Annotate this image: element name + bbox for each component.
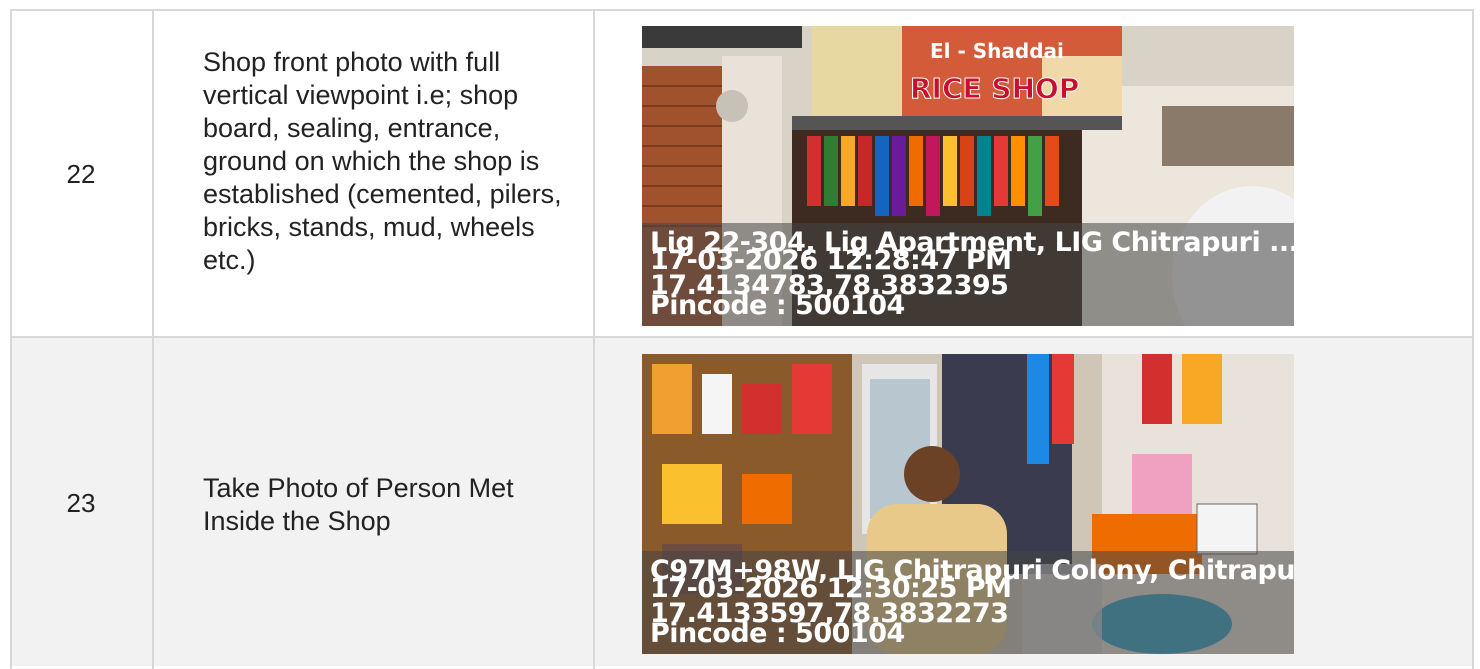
- grid-line: [10, 9, 12, 669]
- row-number: 22: [66, 158, 96, 189]
- shop-front-photo[interactable]: El - Shaddai RICE SHOP Lig 22-304, Lig A…: [642, 26, 1294, 326]
- photo-geotag-overlay: Lig 22-304, Lig Apartment, LIG Chitrapur…: [642, 223, 1294, 326]
- geotag-pincode: Pincode : 500104: [650, 290, 905, 321]
- grid-line: [593, 9, 595, 669]
- sign-text-bottom: RICE SHOP: [910, 72, 1079, 105]
- photo-geotag-overlay: C97M+98W, LIG Chitrapuri Colony, Chitrap…: [642, 551, 1294, 654]
- report-table: 22 Shop front photo with full vertical v…: [0, 0, 1480, 669]
- grid-line: [1472, 9, 1474, 669]
- sign-text-top: El - Shaddai: [930, 39, 1064, 63]
- row-description: Take Photo of Person Met Inside the Shop: [203, 473, 514, 536]
- row-description: Shop front photo with full vertical view…: [203, 47, 562, 275]
- table-row: 22 Shop front photo with full vertical v…: [10, 9, 1474, 337]
- grid-line: [152, 9, 154, 669]
- row-number: 23: [66, 487, 96, 518]
- person-met-photo[interactable]: C97M+98W, LIG Chitrapuri Colony, Chitrap…: [642, 354, 1294, 654]
- table-row: 23 Take Photo of Person Met Inside the S…: [10, 336, 1474, 666]
- geotag-pincode: Pincode : 500104: [650, 618, 905, 649]
